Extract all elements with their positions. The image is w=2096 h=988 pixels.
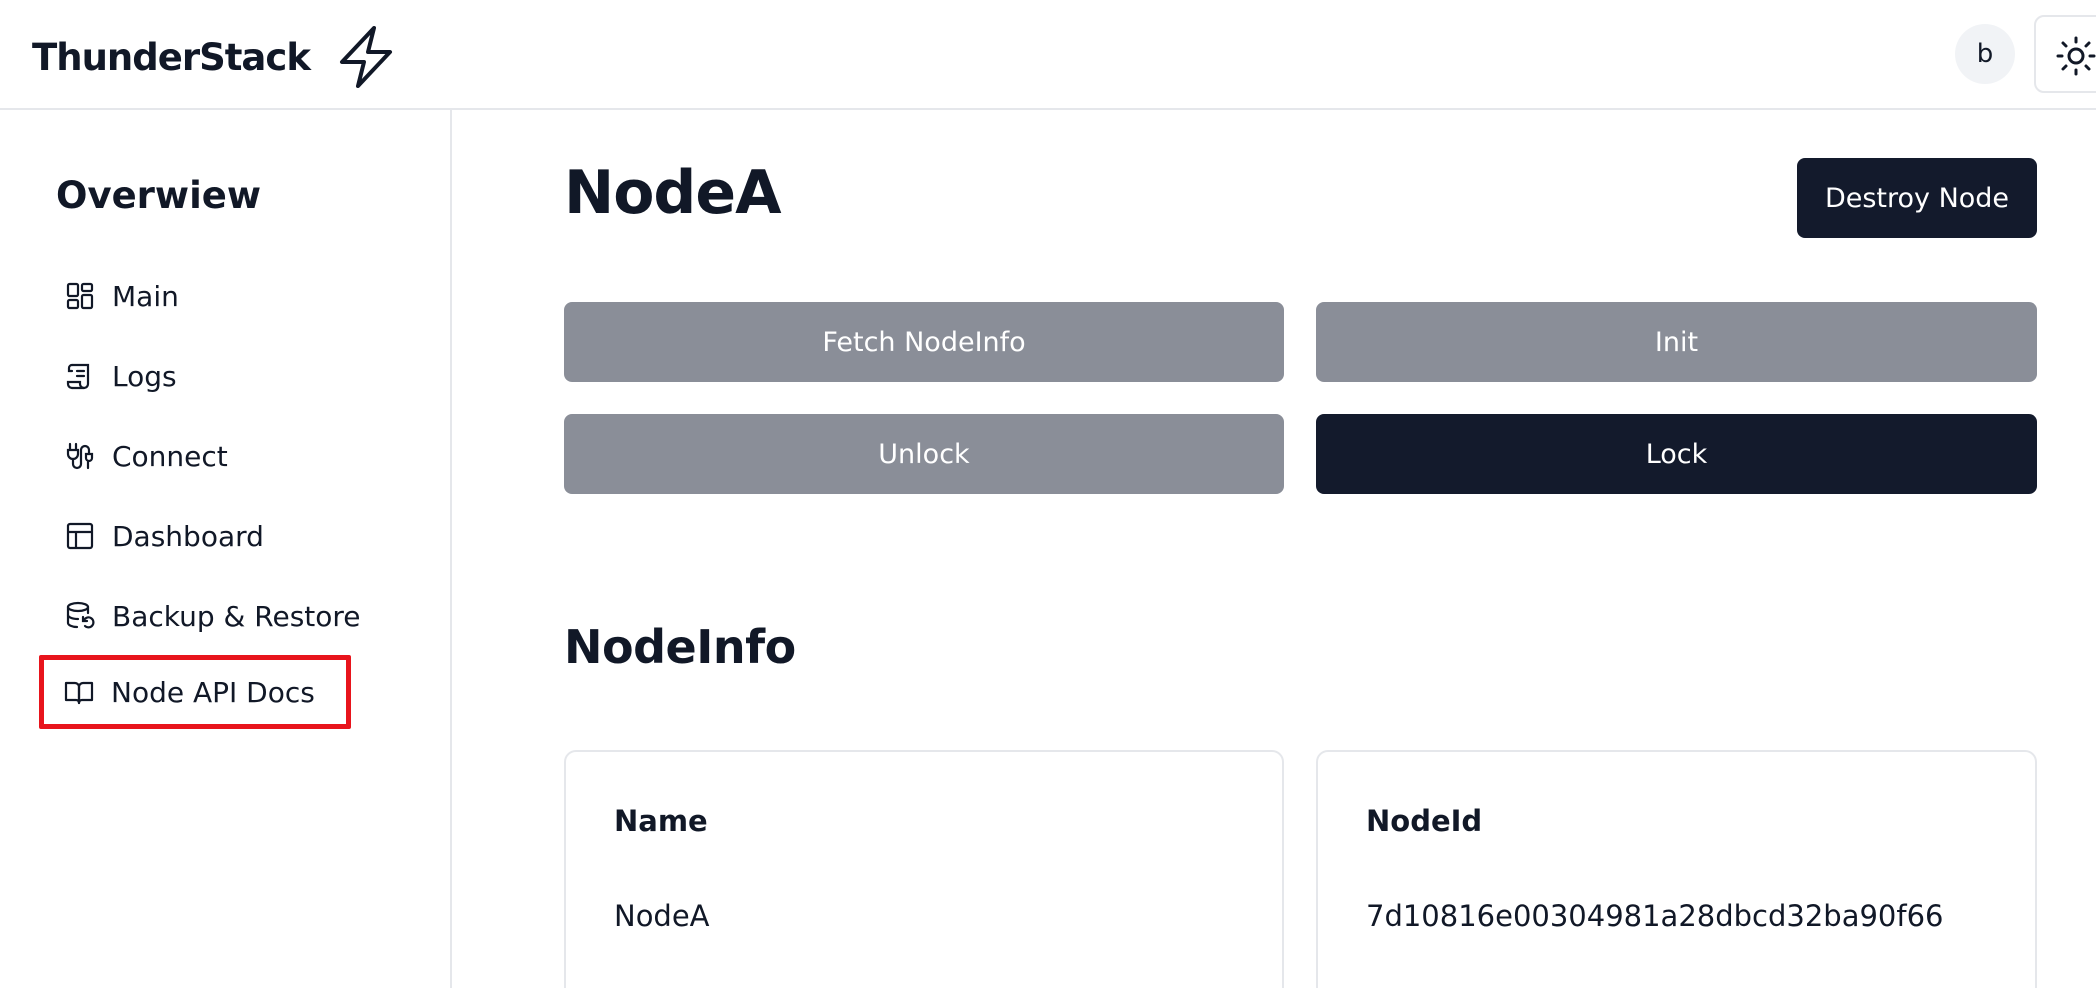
card-label: Name	[614, 804, 708, 838]
sidebar-item-label: Backup & Restore	[112, 599, 361, 633]
sidebar-item-label: Dashboard	[112, 519, 264, 553]
sidebar-item-node-api-docs[interactable]: Node API Docs	[39, 655, 351, 729]
dashboard-grid-icon	[64, 280, 96, 312]
sidebar-item-label: Main	[112, 279, 179, 313]
sun-icon	[2056, 36, 2096, 76]
main-content: NodeA Destroy Node Fetch NodeInfo Init U…	[452, 110, 2096, 988]
database-restore-icon	[64, 600, 96, 632]
lightning-bolt-icon	[339, 26, 392, 88]
card-label: NodeId	[1366, 804, 1483, 838]
destroy-node-button[interactable]: Destroy Node	[1797, 158, 2037, 238]
lock-button[interactable]: Lock	[1316, 414, 2037, 494]
brand[interactable]: ThunderStack	[32, 24, 398, 90]
fetch-nodeinfo-button[interactable]: Fetch NodeInfo	[564, 302, 1284, 382]
sidebar-item-label: Connect	[112, 439, 228, 473]
info-card-nodeid: NodeId 7d10816e00304981a28dbcd32ba90f66	[1316, 750, 2037, 988]
sidebar-item-main[interactable]: Main	[40, 259, 352, 333]
brand-name: ThunderStack	[32, 35, 311, 79]
avatar-initial: b	[1976, 39, 1994, 69]
sidebar-item-label: Node API Docs	[111, 675, 315, 709]
scroll-icon	[64, 360, 96, 392]
book-icon	[63, 676, 95, 708]
sidebar-item-label: Logs	[112, 359, 177, 393]
sidebar: Overwiew Main Logs Connect Dashboard Bac…	[0, 110, 452, 988]
sidebar-item-dashboard[interactable]: Dashboard	[40, 499, 352, 573]
sidebar-title: Overwiew	[56, 174, 262, 217]
init-button[interactable]: Init	[1316, 302, 2037, 382]
card-value: 7d10816e00304981a28dbcd32ba90f66	[1366, 899, 1944, 933]
section-title: NodeInfo	[564, 620, 796, 674]
page-title: NodeA	[564, 158, 782, 228]
sidebar-item-logs[interactable]: Logs	[40, 339, 352, 413]
avatar[interactable]: b	[1955, 24, 2015, 84]
top-bar: ThunderStack b	[0, 0, 2096, 110]
card-value: NodeA	[614, 899, 710, 933]
sidebar-item-connect[interactable]: Connect	[40, 419, 352, 493]
plug-icon	[64, 440, 96, 472]
unlock-button[interactable]: Unlock	[564, 414, 1284, 494]
info-card-name: Name NodeA	[564, 750, 1284, 988]
theme-toggle-button[interactable]	[2034, 15, 2096, 93]
layout-icon	[64, 520, 96, 552]
sidebar-item-backup-restore[interactable]: Backup & Restore	[40, 579, 361, 653]
